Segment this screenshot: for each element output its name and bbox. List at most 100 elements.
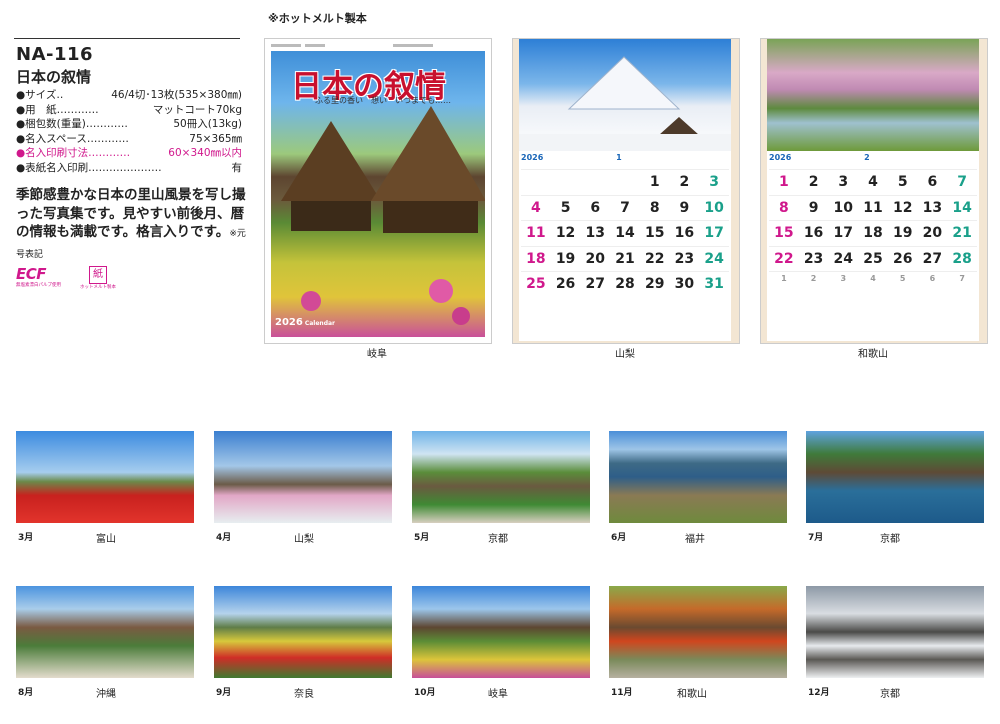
month-page-inner: 2026 2 1 2 3 4 5 6 7 8 9 10 11 12 13 14 15 16 17 18 19 20 21…	[767, 39, 979, 341]
calendar-day-cell: 20	[580, 245, 611, 272]
calendar-day-cell: 22	[769, 245, 799, 272]
calendar-day-cell: 14	[947, 194, 977, 221]
spec-label: ●表紙名入印刷…………………	[16, 161, 162, 174]
ecf-logo: ECF 無塩素漂白パルプ使用	[16, 266, 68, 288]
calendar-day-cell: 5	[887, 169, 918, 195]
calendar-day-cell	[521, 169, 551, 195]
calendar-day-cell: 2	[669, 169, 700, 195]
thumb-photo-7	[806, 431, 984, 523]
cover-year-sub: Calendar	[304, 320, 335, 327]
thumb-photo-10	[412, 586, 590, 678]
calendar-year: 2026	[521, 153, 544, 162]
calendar-day-cell: 2	[798, 169, 829, 195]
calendar-day-cell: 12	[887, 194, 918, 221]
calendar-day-cell: 9	[669, 194, 700, 221]
calendar-day-cell: 19	[550, 245, 581, 272]
month-page-inner: 2026 1 1 2 3 4 5 6 7 8 9 10 11 12 13 14 15 16 17 18 19 20 21…	[519, 39, 731, 341]
calendar-day-cell: 30	[669, 271, 700, 297]
thumb-month: 3月	[18, 533, 34, 543]
calendar-day-cell: 31	[699, 271, 729, 297]
calendar-day-cell: 1	[769, 169, 799, 195]
thumb-place: 京都	[880, 534, 900, 545]
paper-mark-sub: ホットメルト製本	[80, 285, 116, 290]
calendar-day-cell: 13	[917, 194, 948, 221]
calendar-day-cell: 6	[917, 271, 948, 297]
spec-cover-print: ●表紙名入印刷………………… 有	[16, 161, 242, 176]
calendar-header: 2026 2	[769, 153, 977, 165]
spec-size: ●サイズ‥ 46/4切･13枚(535×380㎜)	[16, 88, 242, 103]
calendar-day-cell: 11	[521, 220, 551, 246]
calendar-day-cell: 25	[521, 271, 551, 297]
spec-value: 75×365㎜	[189, 132, 242, 145]
calendar-day-cell: 10	[699, 194, 729, 221]
thumb-photo-4	[214, 431, 392, 523]
thumb-photo-12	[806, 586, 984, 678]
calendar-day-cell: 1	[639, 169, 670, 195]
calendar-day-cell: 3	[699, 169, 729, 195]
thumb-month: 8月	[18, 688, 34, 698]
feb-caption: 和歌山	[858, 349, 888, 360]
calendar-day-cell: 15	[769, 220, 799, 246]
thumb-month: 9月	[216, 688, 232, 698]
product-name: 日本の叙情	[16, 68, 92, 86]
calendar-day-cell: 18	[521, 245, 551, 272]
calendar-day-cell: 7	[610, 194, 640, 221]
calendar-day-cell: 1	[769, 271, 799, 297]
calendar-day-cell: 4	[858, 169, 888, 195]
calendar-day-cell: 15	[639, 220, 670, 246]
spec-value: 50冊入(13kg)	[173, 118, 242, 131]
spec-packing: ●梱包数(重量)………… 50冊入(13kg)	[16, 117, 242, 132]
cover-topbar	[271, 41, 485, 49]
calendar-day-cell: 5	[887, 271, 918, 297]
spec-value: 46/4切･13枚(535×380㎜)	[111, 89, 242, 101]
calendar-day-cell: 16	[798, 220, 829, 246]
spec-label: ●用 紙…………	[16, 103, 99, 116]
thumb-month: 12月	[808, 688, 830, 698]
thumb-place: 富山	[96, 534, 116, 545]
thumb-place: 岐阜	[488, 689, 508, 700]
calendar-day-cell: 19	[887, 220, 918, 246]
calendar-header: 2026 1	[521, 153, 729, 165]
cover-year-number: 2026	[275, 317, 303, 328]
calendar-month: 2	[864, 153, 870, 162]
calendar-day-cell: 16	[669, 220, 700, 246]
calendar-day-cell: 23	[798, 245, 829, 272]
thumb-month: 4月	[216, 533, 232, 543]
calendar-day-cell: 5	[550, 194, 581, 221]
calendar-day-cell: 21	[610, 245, 640, 272]
calendar-year: 2026	[769, 153, 792, 162]
month-photo-jan	[519, 39, 731, 151]
calendar-day-cell: 10	[828, 194, 859, 221]
calendar-day-cell: 17	[699, 220, 729, 246]
calendar-day-cell: 23	[669, 245, 700, 272]
calendar-day-cell	[580, 169, 611, 195]
thumb-month: 10月	[414, 688, 436, 698]
thumb-photo-8	[16, 586, 194, 678]
cover-caption: 岐阜	[367, 349, 387, 360]
header-rule	[14, 38, 240, 39]
description-text: 季節感豊かな日本の里山風景を写し撮った写真集です。見やすい前後月、暦の情報も満載…	[16, 187, 246, 240]
calendar-day-cell: 29	[639, 271, 670, 297]
cover-year: 2026 Calendar	[275, 317, 335, 328]
product-description: 季節感豊かな日本の里山風景を写し撮った写真集です。見やすい前後月、暦の情報も満載…	[16, 186, 248, 264]
thumb-month: 6月	[611, 533, 627, 543]
calendar-day-cell: 3	[828, 271, 859, 297]
thumb-photo-6	[609, 431, 787, 523]
calendar-day-cell: 13	[580, 220, 611, 246]
thumb-month: 11月	[611, 688, 633, 698]
thumb-place: 京都	[880, 689, 900, 700]
calendar-day-cell: 26	[887, 245, 918, 272]
calendar-grid-feb: 1 2 3 4 5 6 7 8 9 10 11 12 13 14 15 16 17 18 19 20 21 22 23 24 2…	[769, 169, 977, 297]
jan-caption: 山梨	[615, 349, 635, 360]
spec-paper: ●用 紙………… マットコート70kg	[16, 103, 242, 118]
calendar-day-cell: 20	[917, 220, 948, 246]
thumb-place: 奈良	[294, 689, 314, 700]
calendar-day-cell: 7	[947, 169, 977, 195]
hotmelt-note: ※ホットメルト製本	[268, 12, 367, 25]
spec-label: ●名入スペース…………	[16, 132, 129, 145]
spec-value: 60×340㎜以内	[168, 147, 242, 160]
calendar-day-cell: 12	[550, 220, 581, 246]
calendar-day-cell: 27	[580, 271, 611, 297]
calendar-day-cell: 25	[858, 245, 888, 272]
mountain-illustration	[519, 56, 731, 151]
